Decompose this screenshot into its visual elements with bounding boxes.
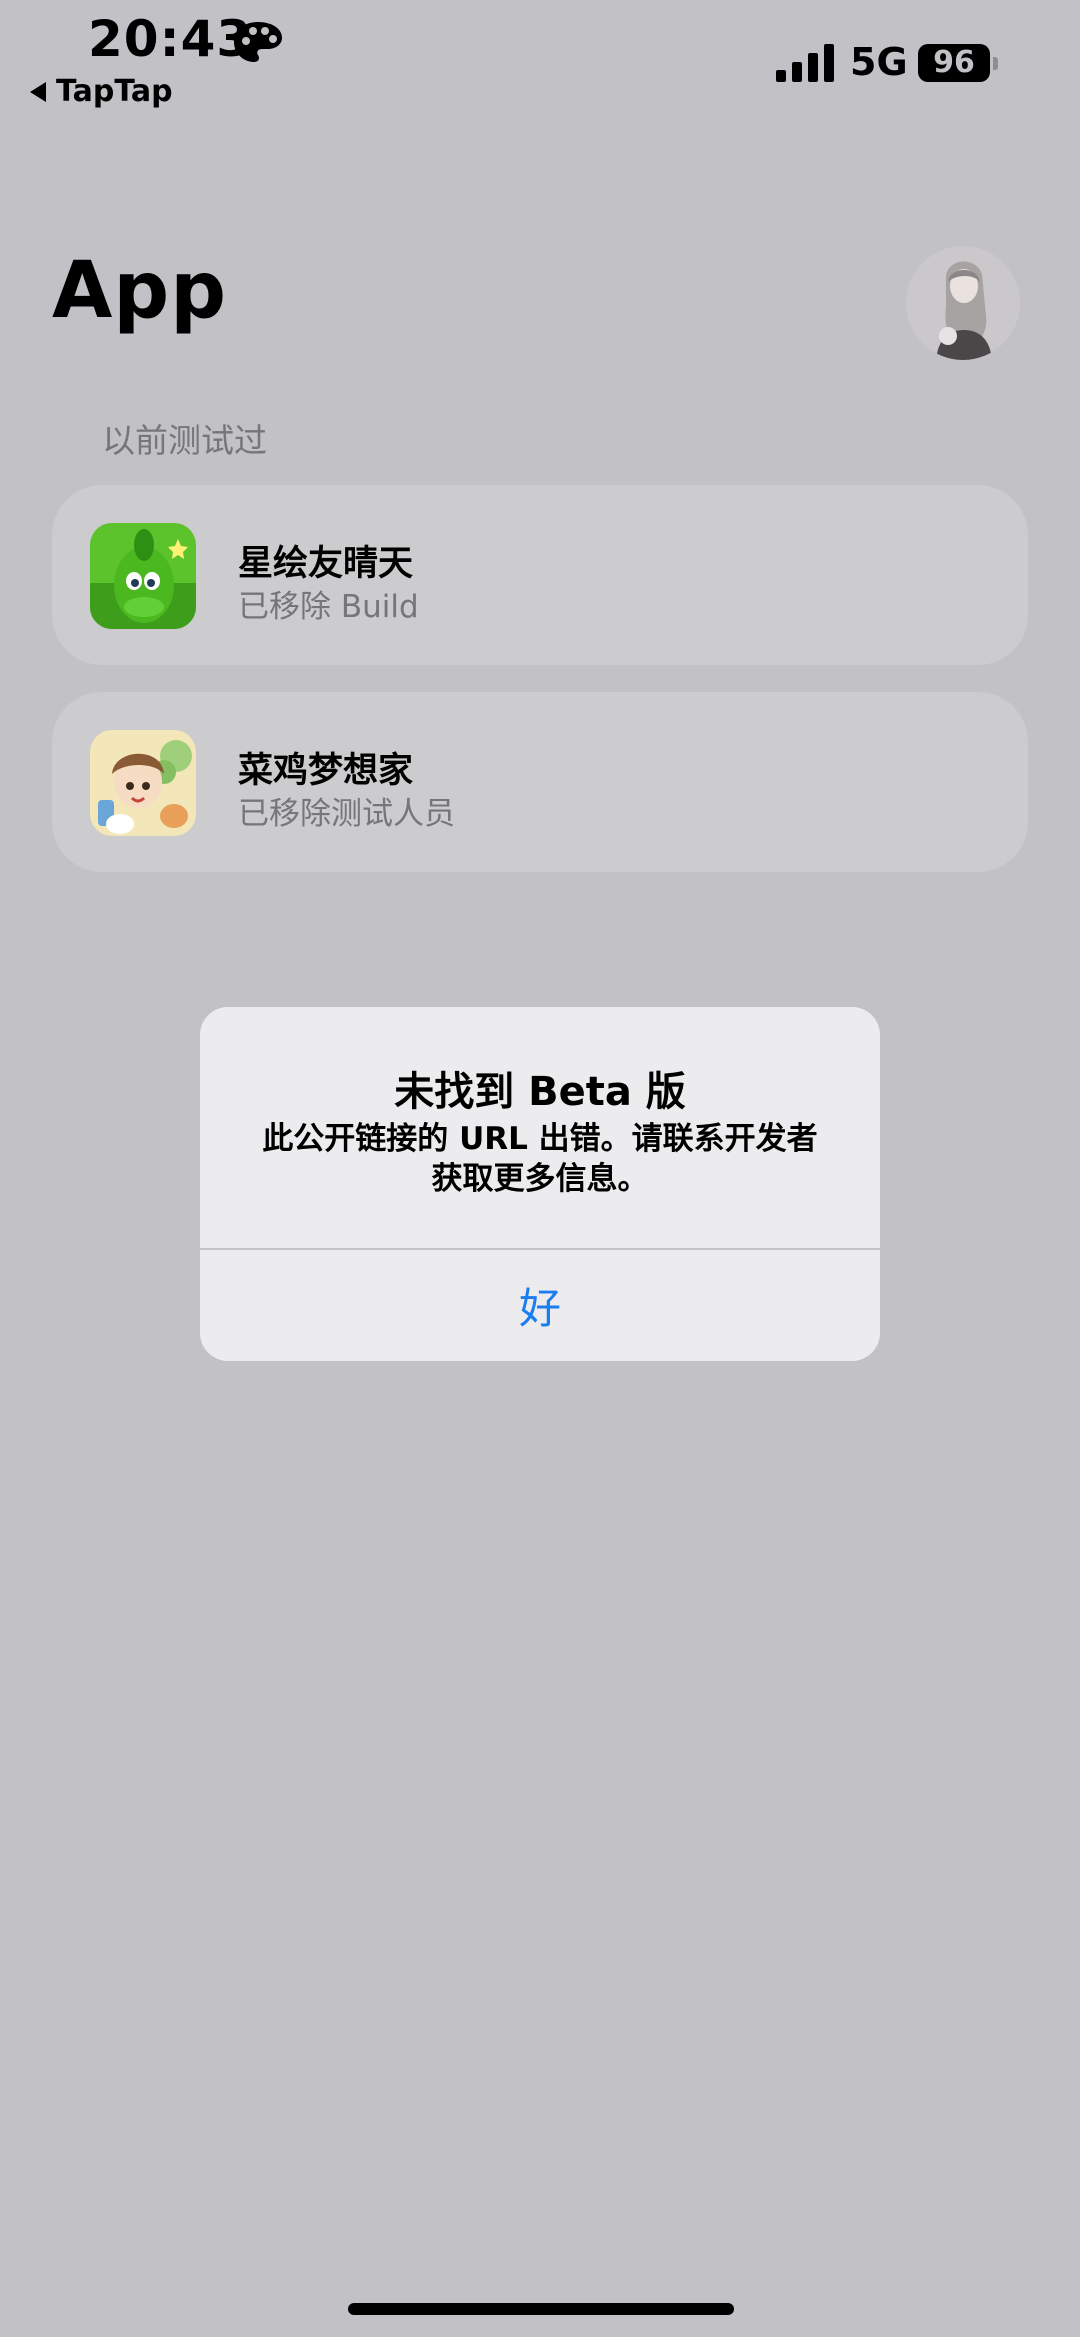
back-app-label: TapTap [56,74,173,109]
alert-message: 此公开链接的 URL 出错。请联系开发者 获取更多信息。 [240,1119,840,1199]
screen: 20:43 TapTap 5G 96 App 以前测试过 星绘友晴天 已移除 B… [0,0,1080,2337]
avatar-illustration [906,246,1020,360]
alert-message-line1: 此公开链接的 URL 出错。请联系开发者 [262,1121,818,1157]
alert-message-line2: 获取更多信息。 [431,1161,649,1197]
back-to-app-button[interactable]: TapTap [30,74,173,109]
alert-ok-button[interactable]: 好 [200,1250,880,1361]
app-icon-xinghui [90,523,196,629]
back-arrow-icon [30,81,46,102]
status-time: 20:43 [88,10,253,68]
app-status: 已移除 Build [238,589,419,625]
battery-indicator: 96 [918,44,990,82]
profile-avatar[interactable] [906,246,1020,360]
network-type: 5G [850,40,908,84]
app-card-xinghui[interactable]: 星绘友晴天 已移除 Build [52,485,1028,665]
alert-dialog: 未找到 Beta 版 此公开链接的 URL 出错。请联系开发者 获取更多信息。 … [200,1007,880,1361]
app-name: 星绘友晴天 [238,544,414,584]
cellular-signal-icon [776,44,834,82]
battery-tip-icon [993,57,998,70]
app-card-caiji[interactable]: 菜鸡梦想家 已移除测试人员 [52,692,1028,872]
section-label-previously-tested: 以前测试过 [102,421,267,460]
home-indicator[interactable] [348,2303,734,2315]
app-status: 已移除测试人员 [238,796,455,832]
palette-icon [234,22,282,62]
page-title: App [52,246,228,336]
alert-title: 未找到 Beta 版 [394,1069,686,1115]
app-name: 菜鸡梦想家 [238,751,414,791]
app-icon-caiji [90,730,196,836]
